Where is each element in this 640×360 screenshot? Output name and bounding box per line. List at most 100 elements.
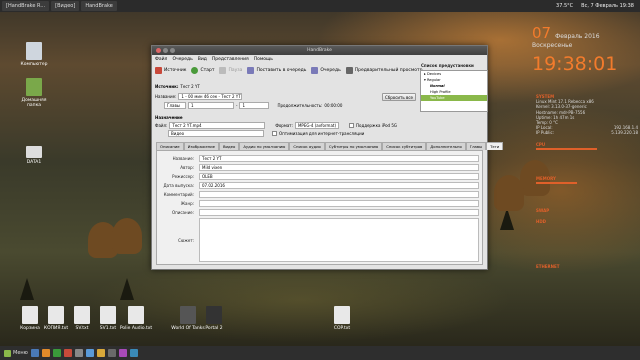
tag-label: Жанр:	[180, 200, 194, 206]
task-video[interactable]: [Видео]	[51, 1, 80, 11]
launcher-icon[interactable]	[96, 349, 105, 357]
menu-button[interactable]: Меню	[4, 349, 28, 357]
desktop-icon-data1[interactable]: DATA1	[14, 146, 54, 165]
plot-textarea[interactable]	[199, 218, 479, 262]
temp-indicator: 37.5°C	[556, 3, 574, 9]
presets-header: Список предустановки	[421, 63, 474, 68]
tab-description[interactable]: Описание	[156, 142, 184, 150]
tab-advanced[interactable]: Дополнительно	[426, 142, 466, 150]
source-row: Источник: Тест 2 YT	[155, 84, 200, 89]
start-button[interactable]: Старт	[191, 66, 214, 74]
play-icon	[191, 66, 199, 74]
launcher-icon[interactable]	[41, 349, 50, 357]
menu-bar: Файл Очередь Вид Представления Помощь	[152, 55, 487, 63]
task-handbrake-r[interactable]: [HandBrake R...	[2, 1, 50, 11]
format-select[interactable]: MPEG-4 (avformat)	[294, 122, 339, 129]
launcher-icon[interactable]	[30, 349, 39, 357]
queue-icon	[311, 66, 319, 74]
tab-audio-list[interactable]: Список аудио	[289, 142, 325, 150]
menu-presets[interactable]: Представления	[212, 57, 249, 62]
tree	[20, 278, 34, 300]
menu-queue[interactable]: Очередь	[172, 57, 192, 62]
tab-audio-defaults[interactable]: Аудио по умолчанию	[239, 142, 290, 150]
window-title: HandBrake	[307, 48, 332, 53]
launcher-icon[interactable]	[85, 349, 94, 357]
tag-description-input[interactable]	[199, 208, 479, 216]
launcher-icon[interactable]	[52, 349, 61, 357]
pause-icon	[219, 66, 227, 74]
close-icon[interactable]	[156, 48, 161, 53]
clock-time: 19:38:01	[532, 53, 618, 75]
tags-panel: Название: Тест 2 YT Автор: Mild vixen Режи…	[156, 150, 483, 265]
chapter-from-input[interactable]: 1	[188, 102, 234, 109]
file-row: Файл: Тест 2 YT.mp4 Формат: MPEG-4 (avfo…	[155, 122, 397, 129]
tag-comment-input[interactable]	[199, 190, 479, 198]
desktop-icon-home[interactable]: Домашняя папка	[14, 78, 54, 108]
tag-director-input[interactable]: OLEB	[199, 172, 479, 180]
haystack	[112, 218, 142, 254]
plot-label: Сюжет:	[178, 237, 194, 243]
launcher-icon[interactable]	[74, 349, 83, 357]
tag-label: Название:	[172, 155, 194, 161]
desktop-clock-widget: 07 Февраль 2016 Воскресенье 19:38:01	[532, 24, 617, 75]
panel-clock[interactable]: Вс, 7 Февраль 19:38	[581, 3, 634, 9]
bottom-panel: Меню	[0, 346, 640, 360]
folder-row: Видео Оптимизация для интернет-трансляци…	[168, 130, 364, 137]
tab-subtitle-list[interactable]: Список субтитров	[382, 142, 427, 150]
tab-video[interactable]: Видео	[218, 142, 240, 150]
menu-help[interactable]: Помощь	[254, 57, 273, 62]
launcher-icon[interactable]	[129, 349, 138, 357]
sysmon-mem-header: MEMORY	[536, 175, 556, 181]
desktop-icon-cop[interactable]: COP.txt	[322, 306, 362, 331]
desktop-icon-polie-audio[interactable]: Polie Audio.txt	[116, 306, 156, 331]
task-handbrake[interactable]: HandBrake	[81, 1, 117, 11]
preview-icon	[345, 66, 353, 74]
memory-bar	[536, 182, 577, 185]
queue-button[interactable]: Очередь	[311, 66, 341, 74]
cpu-bar	[536, 147, 598, 150]
presets-list: Список предустановки ▸ Devices ▾ Regular…	[420, 63, 488, 112]
source-button[interactable]: Источник	[155, 66, 186, 74]
tag-genre-input[interactable]	[199, 199, 479, 207]
source-icon	[155, 66, 162, 74]
tag-artist-input[interactable]: Mild vixen	[199, 163, 479, 171]
title-row: Название: 1 - 00 мин 46 сек - Тест 2 YT	[155, 93, 243, 100]
preset-youtube[interactable]: YouTube	[421, 95, 487, 101]
ipod-checkbox[interactable]	[348, 123, 354, 128]
launcher-icon[interactable]	[107, 349, 116, 357]
menu-view[interactable]: Вид	[198, 57, 207, 62]
chapters-select[interactable]: Главы	[164, 102, 186, 109]
tab-subtitle-defaults[interactable]: Субтитры по умолчанию	[324, 142, 383, 150]
folder-select[interactable]: Видео	[168, 130, 264, 137]
tag-label: Автор:	[180, 164, 194, 170]
chapters-row: Главы 1 - 1 Продолжительность: 00:00:00	[164, 102, 342, 109]
desktop-icon-computer[interactable]: Компьютер	[14, 42, 54, 67]
web-optimize-checkbox[interactable]	[272, 131, 277, 136]
tag-release-date-input[interactable]: 07.02.2016	[199, 181, 479, 189]
title-select[interactable]: 1 - 00 мин 46 сек - Тест 2 YT	[178, 93, 243, 100]
launcher-icon[interactable]	[118, 349, 127, 357]
desktop-icon-portal-2[interactable]: Portal 2	[194, 306, 234, 331]
source-value: Тест 2 YT	[180, 84, 200, 89]
file-name-input[interactable]: Тест 2 YT.mp4	[169, 122, 266, 129]
tab-chapters[interactable]: Главы	[465, 142, 487, 150]
tag-label: Дата выпуска:	[163, 182, 194, 188]
tab-picture[interactable]: Изображение	[183, 142, 219, 150]
chapter-to-input[interactable]: 1	[239, 102, 270, 109]
top-panel: [HandBrake R... [Видео] HandBrake 37.5°C…	[0, 0, 640, 12]
add-to-queue-button[interactable]: Поставить в очередь	[247, 66, 306, 74]
window-titlebar[interactable]: HandBrake	[152, 46, 487, 55]
tag-name-input[interactable]: Тест 2 YT	[199, 154, 479, 162]
menu-file[interactable]: Файл	[155, 57, 167, 62]
pause-button[interactable]: Пауза	[219, 66, 242, 74]
preview-button[interactable]: Предварительный просмотр	[345, 66, 422, 74]
maximize-icon[interactable]	[170, 48, 175, 53]
destination-header: Назначение	[155, 115, 183, 120]
launcher-icon[interactable]	[63, 349, 72, 357]
handbrake-window: HandBrake Файл Очередь Вид Представления…	[151, 45, 504, 270]
tag-label: Режиссер:	[172, 173, 194, 179]
minimize-icon[interactable]	[163, 48, 168, 53]
tree	[500, 208, 514, 230]
reset-all-button[interactable]: Сбросить все	[382, 93, 416, 101]
tab-tags[interactable]: Теги	[486, 142, 504, 150]
